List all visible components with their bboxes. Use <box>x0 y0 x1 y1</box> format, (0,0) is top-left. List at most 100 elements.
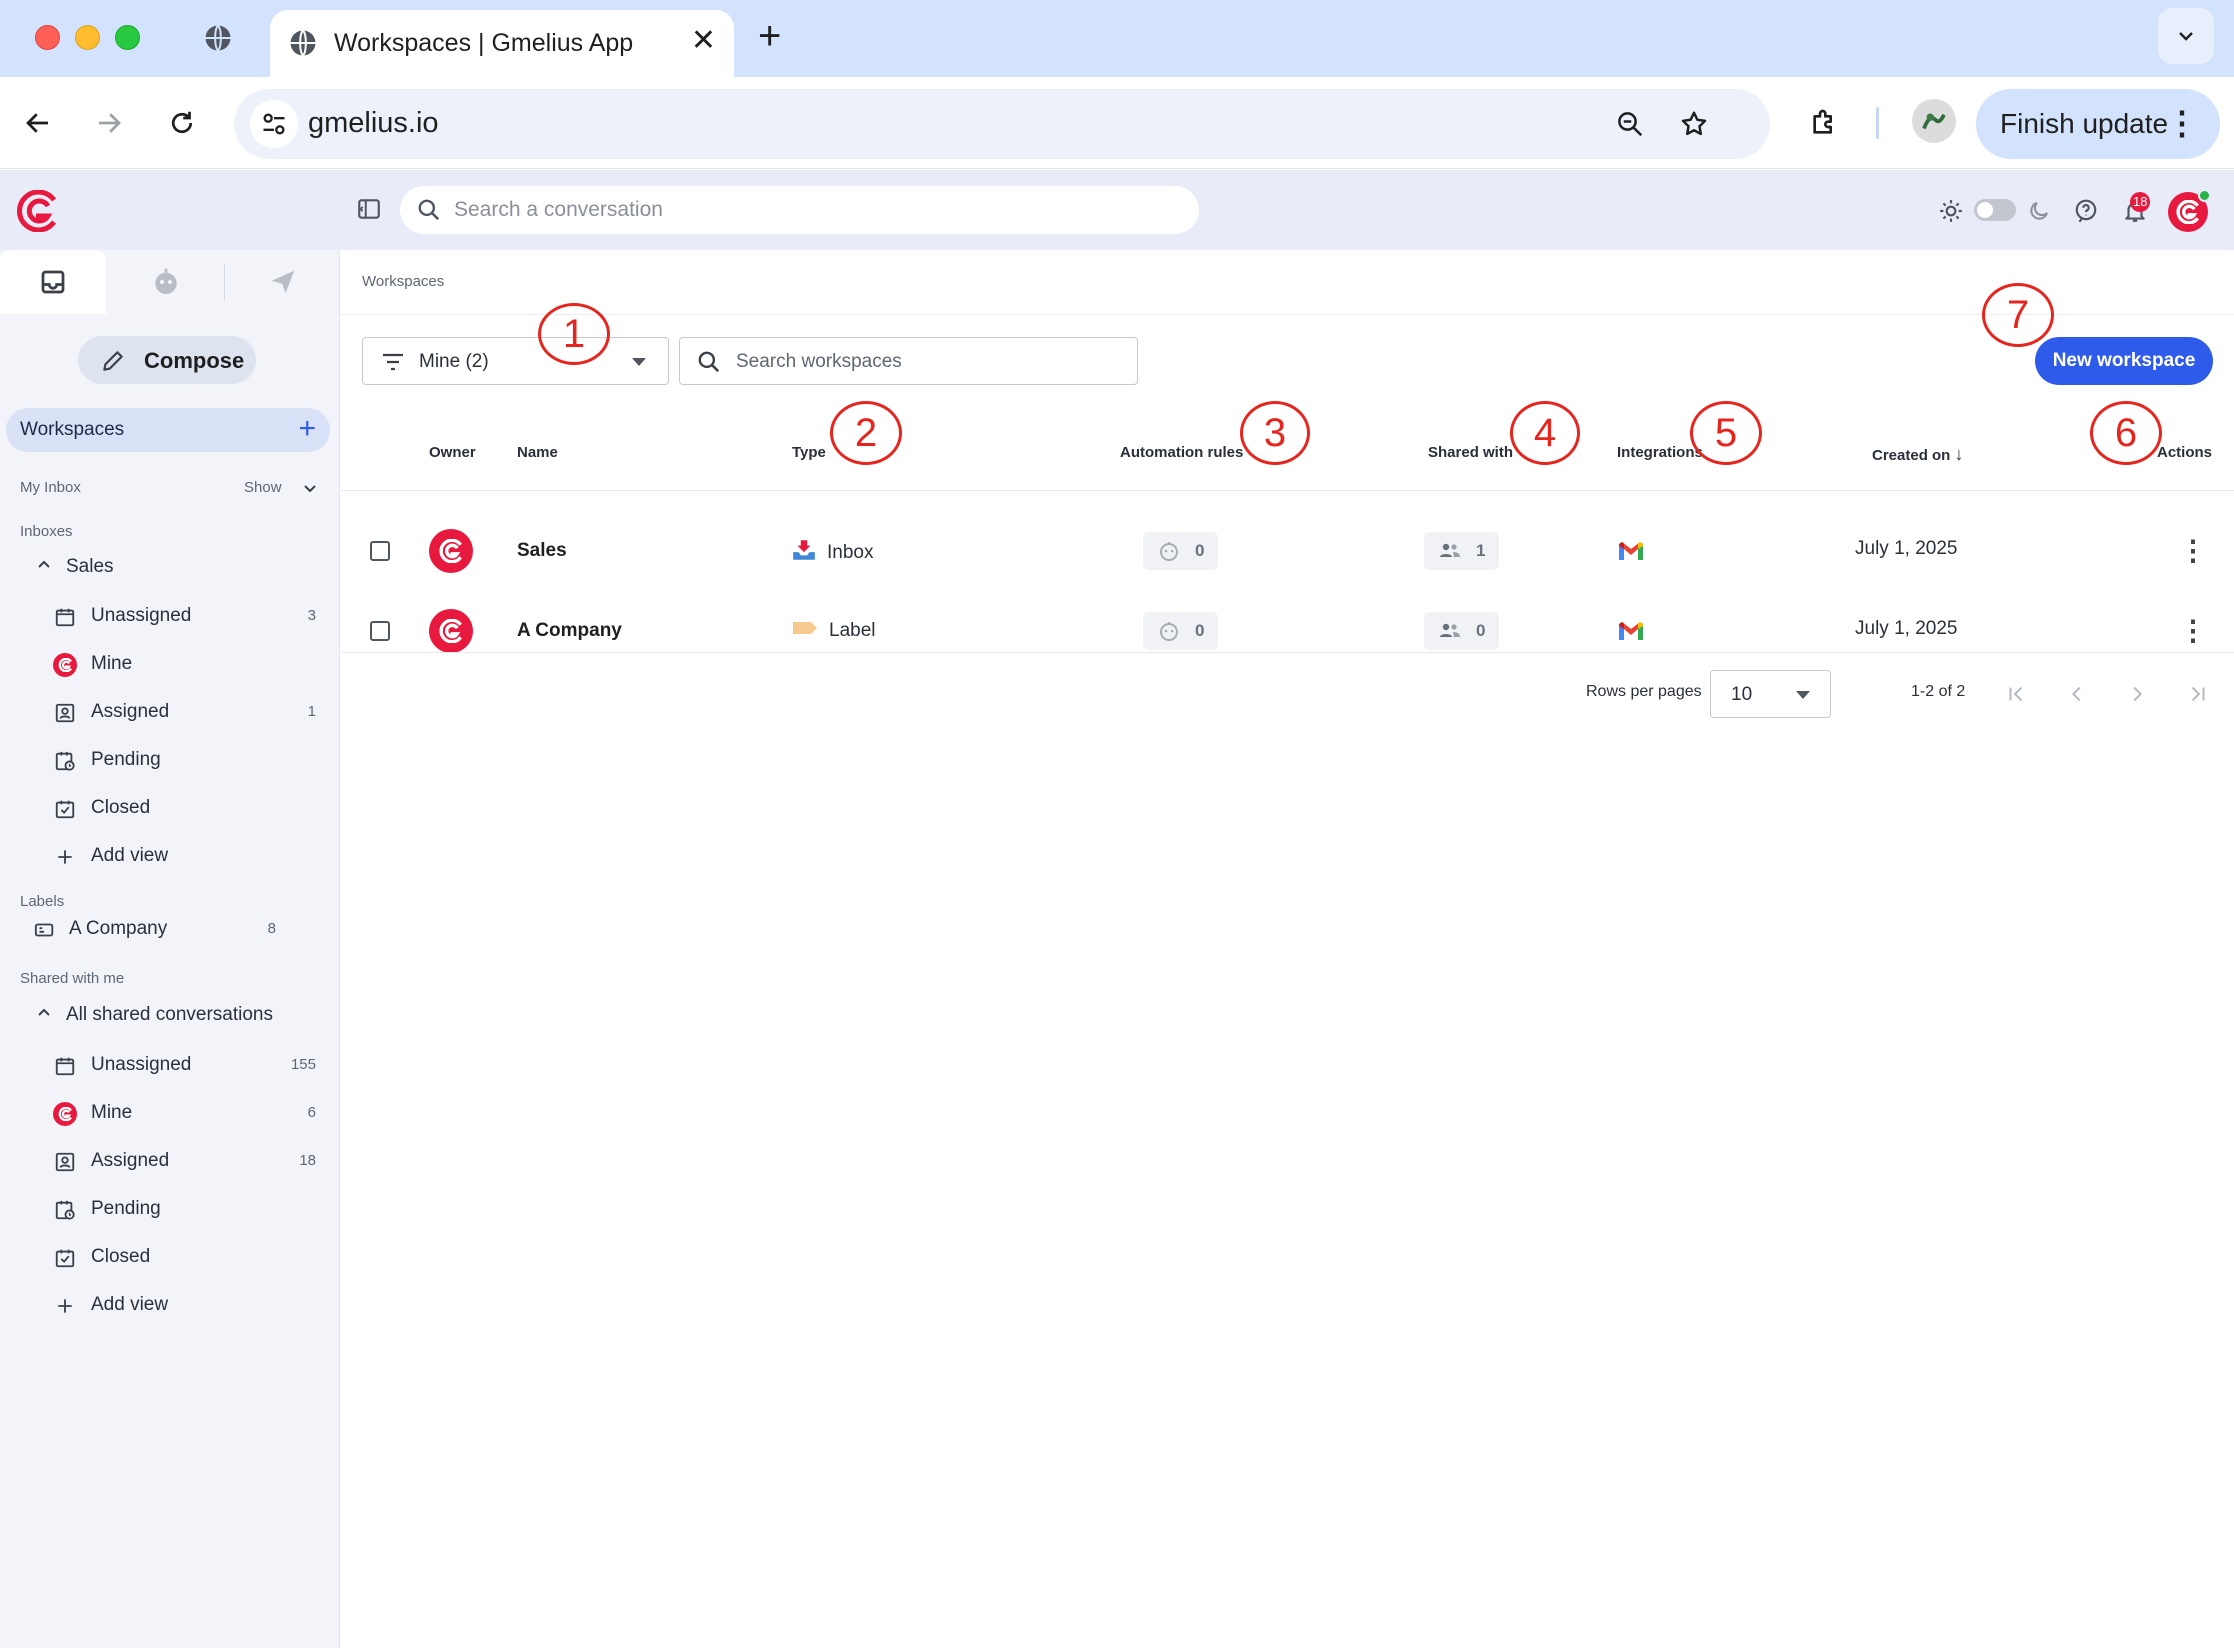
next-page-icon[interactable] <box>2123 680 2151 708</box>
address-bar[interactable]: gmelius.io <box>234 89 1770 159</box>
sidebar-item-label: Mine <box>91 1102 133 1123</box>
sun-icon[interactable] <box>1936 196 1966 226</box>
first-page-icon[interactable] <box>2002 680 2030 708</box>
row-actions-kebab-icon[interactable]: ⋮ <box>2179 617 2207 645</box>
assigned-icon <box>52 1149 78 1175</box>
sidebar-item-count: 18 <box>299 1152 316 1169</box>
sidebar-item-label: Pending <box>91 749 161 770</box>
previous-page-icon[interactable] <box>2063 680 2091 708</box>
moon-icon[interactable] <box>2024 196 2054 226</box>
sidebar-item-label: Add view <box>91 845 169 866</box>
column-header-shared-with[interactable]: Shared with <box>1428 444 1513 461</box>
annotation-marker-1: 1 <box>538 303 610 365</box>
shared-group-label: All shared conversations <box>66 1004 273 1025</box>
sidebar-item-mine[interactable]: Mine <box>52 646 322 682</box>
bookmark-star-icon[interactable] <box>1670 100 1718 148</box>
user-avatar[interactable] <box>2168 189 2211 232</box>
chevron-down-icon[interactable] <box>302 481 318 497</box>
sidebar-item-assigned[interactable]: Assigned 18 <box>52 1143 322 1179</box>
conversation-search-input[interactable]: Search a conversation <box>400 186 1199 234</box>
forward-arrow-icon[interactable] <box>85 99 133 147</box>
sidebar-item-unassigned[interactable]: Unassigned 3 <box>52 598 322 634</box>
tab-automation[interactable] <box>113 250 219 314</box>
sidebar-item-mine[interactable]: Mine 6 <box>52 1095 322 1131</box>
sidebar-item-label: Assigned <box>91 701 170 722</box>
column-header-automation-rules[interactable]: Automation rules <box>1120 444 1243 461</box>
column-header-owner: Owner <box>429 444 476 461</box>
column-header-name[interactable]: Name <box>517 444 558 461</box>
automation-rules-count: 0 <box>1195 621 1205 640</box>
gmail-icon[interactable] <box>1617 620 1645 647</box>
new-tab-button[interactable]: + <box>758 14 781 58</box>
column-header-created-on[interactable]: Created on ↓ <box>1872 444 1964 465</box>
automation-rules-chip[interactable]: 0 <box>1143 532 1219 570</box>
row-checkbox[interactable] <box>370 621 390 641</box>
zoom-icon[interactable] <box>1606 100 1654 148</box>
chevron-up-icon <box>38 560 50 568</box>
sales-group-toggle[interactable]: Sales <box>34 556 114 578</box>
breadcrumb[interactable]: Workspaces <box>362 273 444 290</box>
column-header-type[interactable]: Type <box>792 444 826 461</box>
sidebar-item-add-view[interactable]: Add view <box>52 1287 322 1323</box>
background-tab-globe-icon[interactable] <box>200 20 236 56</box>
sidebar-item-label: Closed <box>91 797 151 818</box>
window-minimize-button[interactable] <box>75 25 100 50</box>
automation-rules-chip[interactable]: 0 <box>1143 612 1219 650</box>
shared-group-toggle[interactable]: All shared conversations <box>34 1004 273 1026</box>
workspace-search-input[interactable]: Search workspaces <box>679 337 1138 385</box>
back-arrow-icon[interactable] <box>14 99 62 147</box>
sidebar-item-add-view[interactable]: Add view <box>52 838 322 874</box>
workspace-search-placeholder: Search workspaces <box>736 351 902 372</box>
new-workspace-button[interactable]: New workspace <box>2035 337 2213 385</box>
workspace-type-label: Label <box>829 620 876 641</box>
annotation-marker-5: 5 <box>1690 401 1762 465</box>
sidebar-item-pending[interactable]: Pending <box>52 1191 322 1227</box>
help-icon[interactable] <box>2071 196 2101 226</box>
site-settings-icon[interactable] <box>250 100 298 148</box>
workspace-filter-select[interactable]: Mine (2) <box>362 337 669 385</box>
sidebar-toggle-icon[interactable] <box>356 196 384 224</box>
sidebar-item-closed[interactable]: Closed <box>52 1239 322 1275</box>
active-browser-tab[interactable]: Workspaces | Gmelius App ✕ <box>270 10 734 77</box>
gmail-icon[interactable] <box>1617 540 1645 567</box>
finish-update-button[interactable]: Finish update ⋮ <box>1976 89 2220 159</box>
tab-close-icon[interactable]: ✕ <box>691 24 716 58</box>
tab-sequences[interactable] <box>230 250 336 314</box>
tab-inbox[interactable] <box>0 250 106 314</box>
pending-icon <box>52 1197 78 1223</box>
sidebar-item-closed[interactable]: Closed <box>52 790 322 826</box>
closed-icon <box>52 1245 78 1271</box>
online-status-dot <box>2198 189 2211 202</box>
sidebar-item-a-company[interactable]: A Company 8 <box>32 911 302 947</box>
sidebar-item-label: Mine <box>91 653 133 674</box>
window-zoom-button[interactable] <box>115 25 140 50</box>
workspace-name[interactable]: Sales <box>517 540 567 562</box>
gmelius-logo-icon[interactable] <box>14 189 60 233</box>
workspace-type-label: Inbox <box>827 542 874 563</box>
row-checkbox[interactable] <box>370 541 390 561</box>
my-inbox-show-toggle[interactable]: Show <box>244 479 282 496</box>
browser-menu-icon[interactable]: ⋮ <box>2166 105 2198 141</box>
url-text[interactable]: gmelius.io <box>308 107 439 140</box>
shared-with-chip[interactable]: 0 <box>1424 612 1500 650</box>
sidebar-item-unassigned[interactable]: Unassigned 155 <box>52 1047 322 1083</box>
window-close-button[interactable] <box>35 25 60 50</box>
sidebar-item-assigned[interactable]: Assigned 1 <box>52 694 322 730</box>
finish-update-label: Finish update <box>2000 108 2169 139</box>
extensions-puzzle-icon[interactable] <box>1800 99 1848 147</box>
profile-avatar[interactable] <box>1912 99 1956 143</box>
dropdown-arrow-icon <box>1796 691 1810 699</box>
workspace-name[interactable]: A Company <box>517 620 622 642</box>
tab-search-chevron-icon[interactable] <box>2158 8 2214 64</box>
sidebar-item-pending[interactable]: Pending <box>52 742 322 778</box>
shared-with-chip[interactable]: 1 <box>1424 532 1500 570</box>
reload-icon[interactable] <box>158 99 206 147</box>
inbox-tray-icon <box>791 537 817 569</box>
sidebar-item-workspaces[interactable]: Workspaces + <box>6 408 330 452</box>
theme-toggle[interactable] <box>1974 199 2016 221</box>
row-actions-kebab-icon[interactable]: ⋮ <box>2179 537 2207 565</box>
rows-per-page-select[interactable]: 10 <box>1710 670 1831 718</box>
add-workspace-icon[interactable]: + <box>298 412 316 446</box>
compose-button[interactable]: Compose <box>78 336 256 384</box>
last-page-icon[interactable] <box>2184 680 2212 708</box>
